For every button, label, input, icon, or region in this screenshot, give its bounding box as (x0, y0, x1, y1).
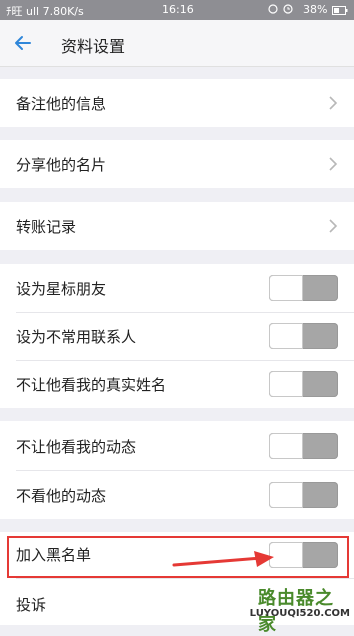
row-label-complain: 投诉 (16, 596, 47, 614)
chevron-right-icon (329, 157, 338, 171)
annotation-arrow-icon (172, 551, 274, 567)
battery-percent: 38% (303, 3, 328, 16)
row-label-star-friend: 设为星标朋友 (16, 280, 107, 298)
chevron-right-icon (329, 219, 338, 233)
hide-real-name-toggle[interactable] (269, 371, 338, 397)
back-button[interactable] (10, 30, 36, 56)
settings-group-star: 设为星标朋友 设为不常用联系人 不让他看我的真实姓名 (0, 264, 354, 408)
alarm-icon (268, 4, 293, 14)
row-hide-his-moments: 不看他的动态 (0, 470, 354, 519)
hide-his-moments-toggle[interactable] (269, 482, 338, 508)
back-arrow-icon (15, 36, 31, 50)
toggle-knob (270, 434, 302, 458)
row-transfer-records[interactable]: 转账记录 (0, 202, 354, 250)
watermark-url: LUYOUQI520.COM (249, 608, 350, 619)
row-remark[interactable]: 备注他的信息 (0, 79, 354, 127)
status-time: 16:16 (162, 3, 194, 16)
row-hide-my-moments: 不让他看我的动态 (0, 421, 354, 470)
row-star-friend: 设为星标朋友 (0, 264, 354, 312)
settings-group-moments: 不让他看我的动态 不看他的动态 (0, 421, 354, 519)
app-header: 资料设置 (0, 20, 354, 67)
toggle-knob (270, 372, 302, 396)
battery-icon (332, 5, 348, 18)
row-hide-real-name: 不让他看我的真实姓名 (0, 360, 354, 408)
row-label-hide-my-moments: 不让他看我的动态 (16, 438, 137, 456)
watermark-logo: 路由器之家 LUYOUQI520.COM (250, 584, 350, 635)
toggle-knob (270, 276, 302, 300)
toggle-knob (270, 324, 302, 348)
row-label-share-card: 分享他的名片 (16, 156, 107, 174)
row-share-card[interactable]: 分享他的名片 (0, 140, 354, 188)
infrequent-contact-toggle[interactable] (269, 323, 338, 349)
row-label-hide-his-moments: 不看他的动态 (16, 487, 107, 505)
chevron-right-icon (329, 96, 338, 110)
status-icons (268, 3, 302, 18)
hide-my-moments-toggle[interactable] (269, 433, 338, 459)
toggle-knob (270, 483, 302, 507)
row-label-infrequent-contact: 设为不常用联系人 (16, 328, 137, 346)
row-label-transfer-records: 转账记录 (16, 218, 77, 236)
row-label-remark: 备注他的信息 (16, 95, 107, 113)
status-left-text: ﾁ旺 ull 7.80K/s (6, 5, 84, 18)
row-label-hide-real-name: 不让他看我的真实姓名 (16, 376, 167, 394)
page-title: 资料设置 (61, 37, 126, 56)
status-bar: ﾁ旺 ull 7.80K/s 16:16 38% (0, 0, 354, 20)
star-friend-toggle[interactable] (269, 275, 338, 301)
row-infrequent-contact: 设为不常用联系人 (0, 312, 354, 360)
